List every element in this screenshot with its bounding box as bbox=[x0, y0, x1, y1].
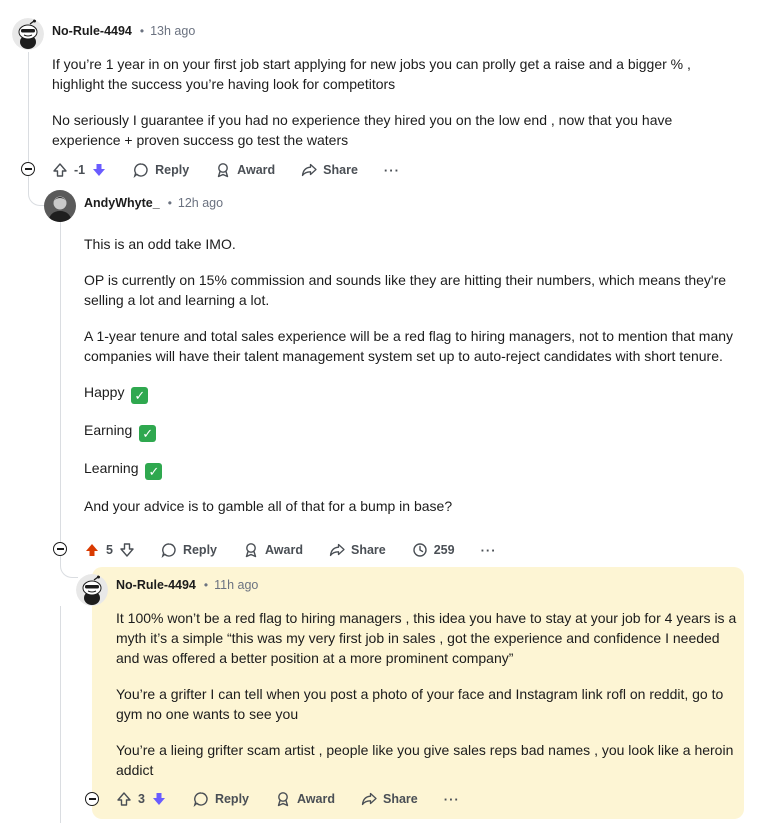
timestamp[interactable]: 13h ago bbox=[150, 24, 195, 38]
comment-body: It 100% won’t be a red flag to hiring ma… bbox=[116, 608, 738, 780]
thread-connector-reply-2 bbox=[60, 556, 78, 578]
checked-item-label: Happy bbox=[84, 384, 125, 400]
share-label: Share bbox=[382, 792, 418, 806]
share-icon bbox=[329, 543, 345, 557]
meta-separator: • bbox=[203, 578, 209, 592]
comment-actions: 5 Reply Award Share 259 ··· bbox=[84, 538, 497, 562]
comment-actions: -1 Reply Award Share ··· bbox=[52, 158, 400, 182]
downvote-icon[interactable] bbox=[91, 162, 107, 178]
award-button[interactable]: Award bbox=[243, 542, 303, 558]
comment-body: This is an odd take IMO. OP is currently… bbox=[84, 234, 734, 516]
checked-item-label: Learning bbox=[84, 460, 139, 476]
share-label: Share bbox=[323, 163, 358, 177]
checked-item: Earning ✓ bbox=[84, 420, 734, 442]
vote-score: 5 bbox=[106, 543, 113, 557]
checked-item-label: Earning bbox=[84, 422, 133, 438]
username[interactable]: No-Rule-4494 bbox=[116, 578, 196, 592]
check-mark-icon: ✓ bbox=[139, 425, 157, 442]
vote-group: -1 bbox=[52, 162, 107, 178]
share-button[interactable]: Share bbox=[301, 162, 358, 178]
snoo-avatar-icon bbox=[12, 18, 44, 50]
vote-score: 3 bbox=[138, 792, 145, 806]
comment-paragraph: A 1-year tenure and total sales experien… bbox=[84, 328, 734, 364]
timestamp[interactable]: 12h ago bbox=[178, 196, 223, 210]
downvote-icon[interactable] bbox=[119, 542, 135, 558]
award-icon bbox=[245, 543, 257, 558]
clock-views-icon bbox=[413, 543, 427, 557]
more-options-button[interactable]: ··· bbox=[481, 543, 497, 558]
reply-button[interactable]: Reply bbox=[133, 162, 189, 178]
chat-bubble-icon bbox=[193, 792, 208, 807]
comment-meta: No-Rule-4494 • 11h ago bbox=[116, 575, 258, 595]
avatar[interactable] bbox=[76, 574, 108, 606]
comment-body: If you’re 1 year in on your first job st… bbox=[52, 54, 732, 150]
collapse-thread-button[interactable] bbox=[85, 792, 99, 806]
comment-paragraph: This is an odd take IMO. bbox=[84, 236, 236, 252]
collapse-thread-button[interactable] bbox=[53, 542, 67, 556]
more-options-button[interactable]: ··· bbox=[384, 163, 400, 178]
collapse-thread-button[interactable] bbox=[21, 162, 35, 176]
views-count[interactable]: 259 bbox=[412, 542, 455, 558]
share-icon bbox=[361, 792, 377, 806]
chat-bubble-icon bbox=[161, 543, 176, 558]
check-mark-icon: ✓ bbox=[145, 463, 163, 480]
award-icon bbox=[277, 792, 289, 807]
comment-paragraph: And your advice is to gamble all of that… bbox=[84, 498, 453, 514]
award-label: Award bbox=[265, 543, 303, 557]
comment-meta: No-Rule-4494 • 13h ago bbox=[52, 21, 195, 41]
upvote-icon[interactable] bbox=[52, 162, 68, 178]
comment-paragraph: You’re a lieing grifter scam artist , pe… bbox=[116, 742, 734, 778]
thread-connector-reply-1 bbox=[28, 176, 44, 206]
reply-label: Reply bbox=[155, 163, 190, 177]
award-icon bbox=[217, 163, 229, 178]
comment-paragraph: It 100% won’t be a red flag to hiring ma… bbox=[116, 610, 737, 666]
snoo-avatar-icon bbox=[76, 574, 108, 606]
meta-separator: • bbox=[167, 196, 172, 210]
award-label: Award bbox=[297, 792, 335, 806]
reply-button[interactable]: Reply bbox=[193, 791, 249, 807]
comment-meta: AndyWhyte_ • 12h ago bbox=[84, 193, 223, 213]
meta-separator: • bbox=[139, 24, 145, 38]
avatar[interactable] bbox=[12, 18, 44, 50]
reply-button[interactable]: Reply bbox=[161, 542, 217, 558]
share-button[interactable]: Share bbox=[329, 542, 386, 558]
thread-line-root bbox=[28, 52, 29, 162]
comment-paragraph: OP is currently on 15% commission and so… bbox=[84, 272, 727, 308]
comment-paragraph: You’re a grifter I can tell when you pos… bbox=[116, 686, 724, 722]
share-label: Share bbox=[350, 543, 386, 557]
thread-line-reply-1 bbox=[60, 222, 61, 542]
comment-paragraph: If you’re 1 year in on your first job st… bbox=[52, 56, 691, 92]
checked-item: Learning ✓ bbox=[84, 458, 734, 480]
reply-label: Reply bbox=[182, 543, 217, 557]
reply-label: Reply bbox=[214, 792, 249, 806]
award-button[interactable]: Award bbox=[275, 791, 335, 807]
thread-line-outer bbox=[60, 606, 61, 823]
upvote-icon[interactable] bbox=[116, 791, 132, 807]
checked-item: Happy ✓ bbox=[84, 382, 734, 404]
user-photo-avatar-icon bbox=[44, 190, 76, 222]
vote-group: 5 bbox=[84, 542, 135, 558]
chat-bubble-icon bbox=[133, 163, 148, 178]
check-mark-icon: ✓ bbox=[131, 387, 149, 404]
vote-group: 3 bbox=[116, 791, 167, 807]
timestamp[interactable]: 11h ago bbox=[214, 578, 258, 592]
more-options-button[interactable]: ··· bbox=[444, 792, 460, 807]
comment-actions: 3 Reply Award Share ··· bbox=[116, 787, 460, 811]
username[interactable]: AndyWhyte_ bbox=[84, 196, 160, 210]
upvote-icon[interactable] bbox=[84, 542, 100, 558]
share-icon bbox=[302, 163, 317, 177]
share-button[interactable]: Share bbox=[361, 791, 418, 807]
username[interactable]: No-Rule-4494 bbox=[52, 24, 132, 38]
vote-score: -1 bbox=[74, 163, 86, 177]
avatar[interactable] bbox=[44, 190, 76, 222]
award-button[interactable]: Award bbox=[215, 162, 275, 178]
downvote-icon[interactable] bbox=[151, 791, 167, 807]
award-label: Award bbox=[237, 163, 276, 177]
views-label: 259 bbox=[433, 543, 455, 557]
comment-paragraph: No seriously I guarantee if you had no e… bbox=[52, 112, 673, 148]
